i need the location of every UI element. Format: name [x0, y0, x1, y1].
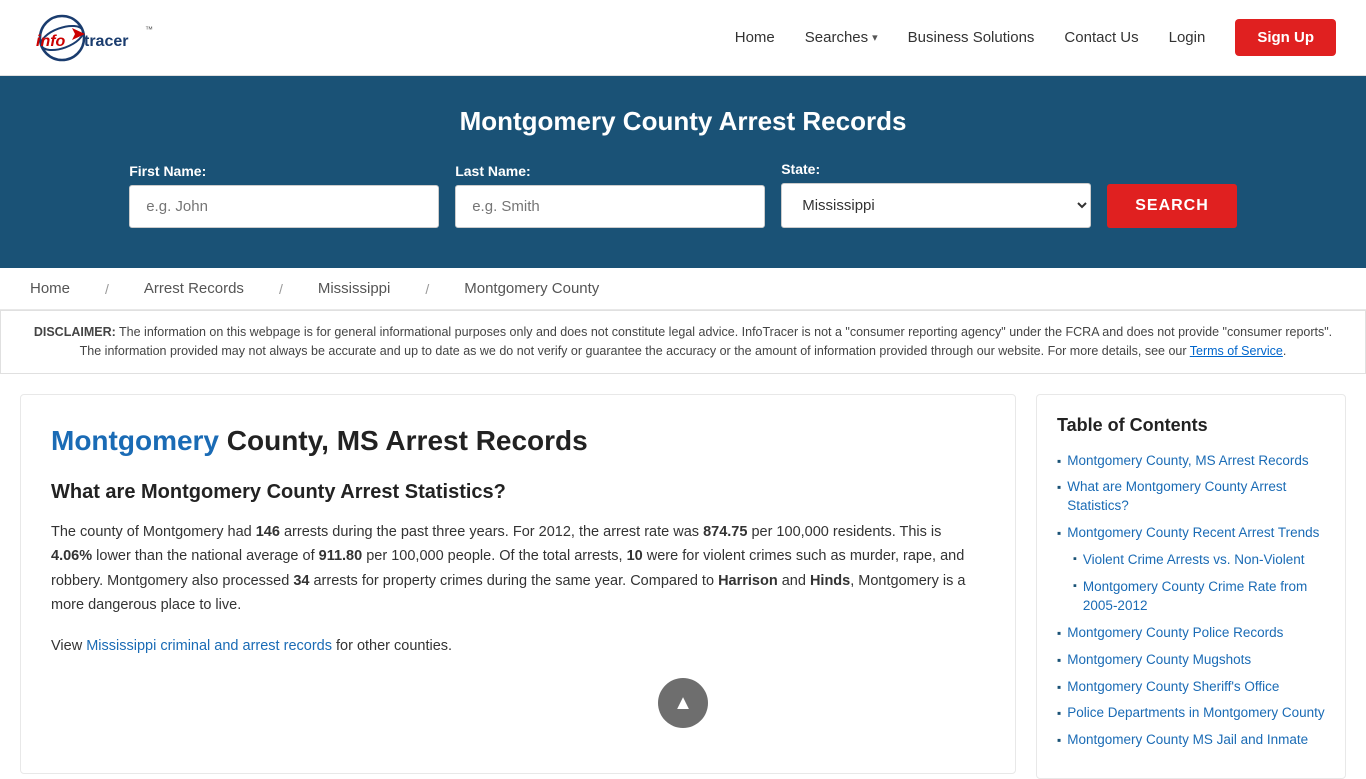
breadcrumb-mississippi[interactable]: Mississippi	[318, 280, 391, 297]
p2-suffix: for other counties.	[332, 638, 452, 654]
toc-link-2[interactable]: What are Montgomery County Arrest Statis…	[1067, 478, 1325, 516]
breadcrumb-home[interactable]: Home	[30, 280, 70, 297]
toc-item-6: Montgomery County Police Records	[1057, 624, 1325, 643]
content-area: Montgomery County, MS Arrest Records Wha…	[20, 394, 1016, 774]
svg-text:info: info	[36, 33, 66, 50]
toc-link-1[interactable]: Montgomery County, MS Arrest Records	[1067, 452, 1308, 471]
toc-item-5: Montgomery County Crime Rate from 2005-2…	[1057, 578, 1325, 616]
hero-section: Montgomery County Arrest Records First N…	[0, 76, 1366, 268]
last-name-input[interactable]	[455, 185, 765, 228]
toc-item-1: Montgomery County, MS Arrest Records	[1057, 452, 1325, 471]
first-name-group: First Name:	[129, 163, 439, 228]
state-label: State:	[781, 161, 820, 177]
toc-item-3: Montgomery County Recent Arrest Trends	[1057, 524, 1325, 543]
p1-county1: Harrison	[718, 573, 778, 589]
p1-county2: Hinds	[810, 573, 850, 589]
search-button[interactable]: SEARCH	[1107, 184, 1237, 228]
logo[interactable]: info tracer ™	[30, 10, 160, 65]
p1-arrests: 146	[256, 524, 280, 540]
disclaimer-tos-link[interactable]: Terms of Service	[1190, 344, 1283, 358]
nav-home[interactable]: Home	[735, 29, 775, 46]
toc-sidebar: Table of Contents Montgomery County, MS …	[1036, 394, 1346, 779]
breadcrumb: Home / Arrest Records / Mississippi / Mo…	[0, 268, 1366, 310]
svg-text:tracer: tracer	[84, 33, 128, 50]
signup-button[interactable]: Sign Up	[1235, 19, 1336, 56]
content-title-rest: County, MS Arrest Records	[219, 425, 588, 456]
nav-business-solutions[interactable]: Business Solutions	[908, 29, 1035, 46]
breadcrumb-separator-3: /	[425, 281, 429, 297]
content-main-title: Montgomery County, MS Arrest Records	[51, 425, 985, 457]
toc-link-9[interactable]: Police Departments in Montgomery County	[1067, 704, 1324, 723]
hero-title: Montgomery County Arrest Records	[20, 106, 1346, 137]
p2-prefix: View	[51, 638, 86, 654]
p1-text8: and	[778, 573, 810, 589]
last-name-label: Last Name:	[455, 163, 530, 179]
disclaimer-label: DISCLAIMER:	[34, 325, 116, 339]
p1-text3: per 100,000 residents. This is	[747, 524, 941, 540]
toc-item-9: Police Departments in Montgomery County	[1057, 704, 1325, 723]
p1-lower: 4.06%	[51, 548, 92, 564]
toc-link-7[interactable]: Montgomery County Mugshots	[1067, 651, 1251, 670]
p1-text5: per 100,000 people. Of the total arrests…	[362, 548, 626, 564]
nav-contact-us[interactable]: Contact Us	[1064, 29, 1138, 46]
login-button[interactable]: Login	[1169, 29, 1206, 46]
search-form: First Name: Last Name: State: Mississipp…	[133, 161, 1233, 228]
breadcrumb-separator-2: /	[279, 281, 283, 297]
p1-text7: arrests for property crimes during the s…	[309, 573, 718, 589]
p1-property: 34	[293, 573, 309, 589]
last-name-group: Last Name:	[455, 163, 765, 228]
toc-item-4: Violent Crime Arrests vs. Non-Violent	[1057, 551, 1325, 570]
site-header: info tracer ™ Home Searches ▾ Business S…	[0, 0, 1366, 76]
searches-chevron-icon: ▾	[872, 31, 878, 44]
first-name-input[interactable]	[129, 185, 439, 228]
disclaimer-suffix: .	[1283, 344, 1286, 358]
state-group: State: Mississippi Alabama Alaska Arizon…	[781, 161, 1091, 228]
main-nav: Home Searches ▾ Business Solutions Conta…	[735, 19, 1336, 56]
p1-rate: 874.75	[703, 524, 747, 540]
ms-records-link[interactable]: Mississippi criminal and arrest records	[86, 638, 332, 654]
section1-paragraph1: The county of Montgomery had 146 arrests…	[51, 520, 985, 619]
disclaimer-text: The information on this webpage is for g…	[80, 325, 1333, 358]
toc-item-7: Montgomery County Mugshots	[1057, 651, 1325, 670]
scroll-top-button[interactable]: ▲	[658, 678, 708, 728]
toc-item-10: Montgomery County MS Jail and Inmate	[1057, 731, 1325, 750]
breadcrumb-montgomery-county[interactable]: Montgomery County	[464, 280, 599, 297]
breadcrumb-separator-1: /	[105, 281, 109, 297]
p1-text4: lower than the national average of	[92, 548, 319, 564]
toc-list: Montgomery County, MS Arrest Records Wha…	[1057, 452, 1325, 751]
toc-heading: Table of Contents	[1057, 415, 1325, 436]
toc-item-8: Montgomery County Sheriff's Office	[1057, 678, 1325, 697]
toc-item-2: What are Montgomery County Arrest Statis…	[1057, 478, 1325, 516]
toc-link-8[interactable]: Montgomery County Sheriff's Office	[1067, 678, 1279, 697]
p1-text1: The county of Montgomery had	[51, 524, 256, 540]
toc-link-10[interactable]: Montgomery County MS Jail and Inmate	[1067, 731, 1308, 750]
disclaimer-bar: DISCLAIMER: The information on this webp…	[0, 310, 1366, 374]
p1-national: 911.80	[319, 548, 363, 564]
nav-searches[interactable]: Searches ▾	[805, 29, 878, 46]
p1-text2: arrests during the past three years. For…	[280, 524, 703, 540]
content-title-highlight: Montgomery	[51, 425, 219, 456]
section1-heading: What are Montgomery County Arrest Statis…	[51, 481, 985, 504]
breadcrumb-arrest-records[interactable]: Arrest Records	[144, 280, 244, 297]
state-select[interactable]: Mississippi Alabama Alaska Arizona Arkan…	[781, 183, 1091, 228]
toc-link-3[interactable]: Montgomery County Recent Arrest Trends	[1067, 524, 1319, 543]
logo-svg: info tracer ™	[30, 10, 160, 65]
nav-searches-link[interactable]: Searches	[805, 29, 868, 46]
first-name-label: First Name:	[129, 163, 206, 179]
section1-paragraph2: View Mississippi criminal and arrest rec…	[51, 634, 985, 659]
toc-link-4[interactable]: Violent Crime Arrests vs. Non-Violent	[1083, 551, 1305, 570]
toc-link-5[interactable]: Montgomery County Crime Rate from 2005-2…	[1083, 578, 1325, 616]
toc-link-6[interactable]: Montgomery County Police Records	[1067, 624, 1283, 643]
svg-text:™: ™	[145, 25, 153, 34]
p1-violent: 10	[627, 548, 643, 564]
